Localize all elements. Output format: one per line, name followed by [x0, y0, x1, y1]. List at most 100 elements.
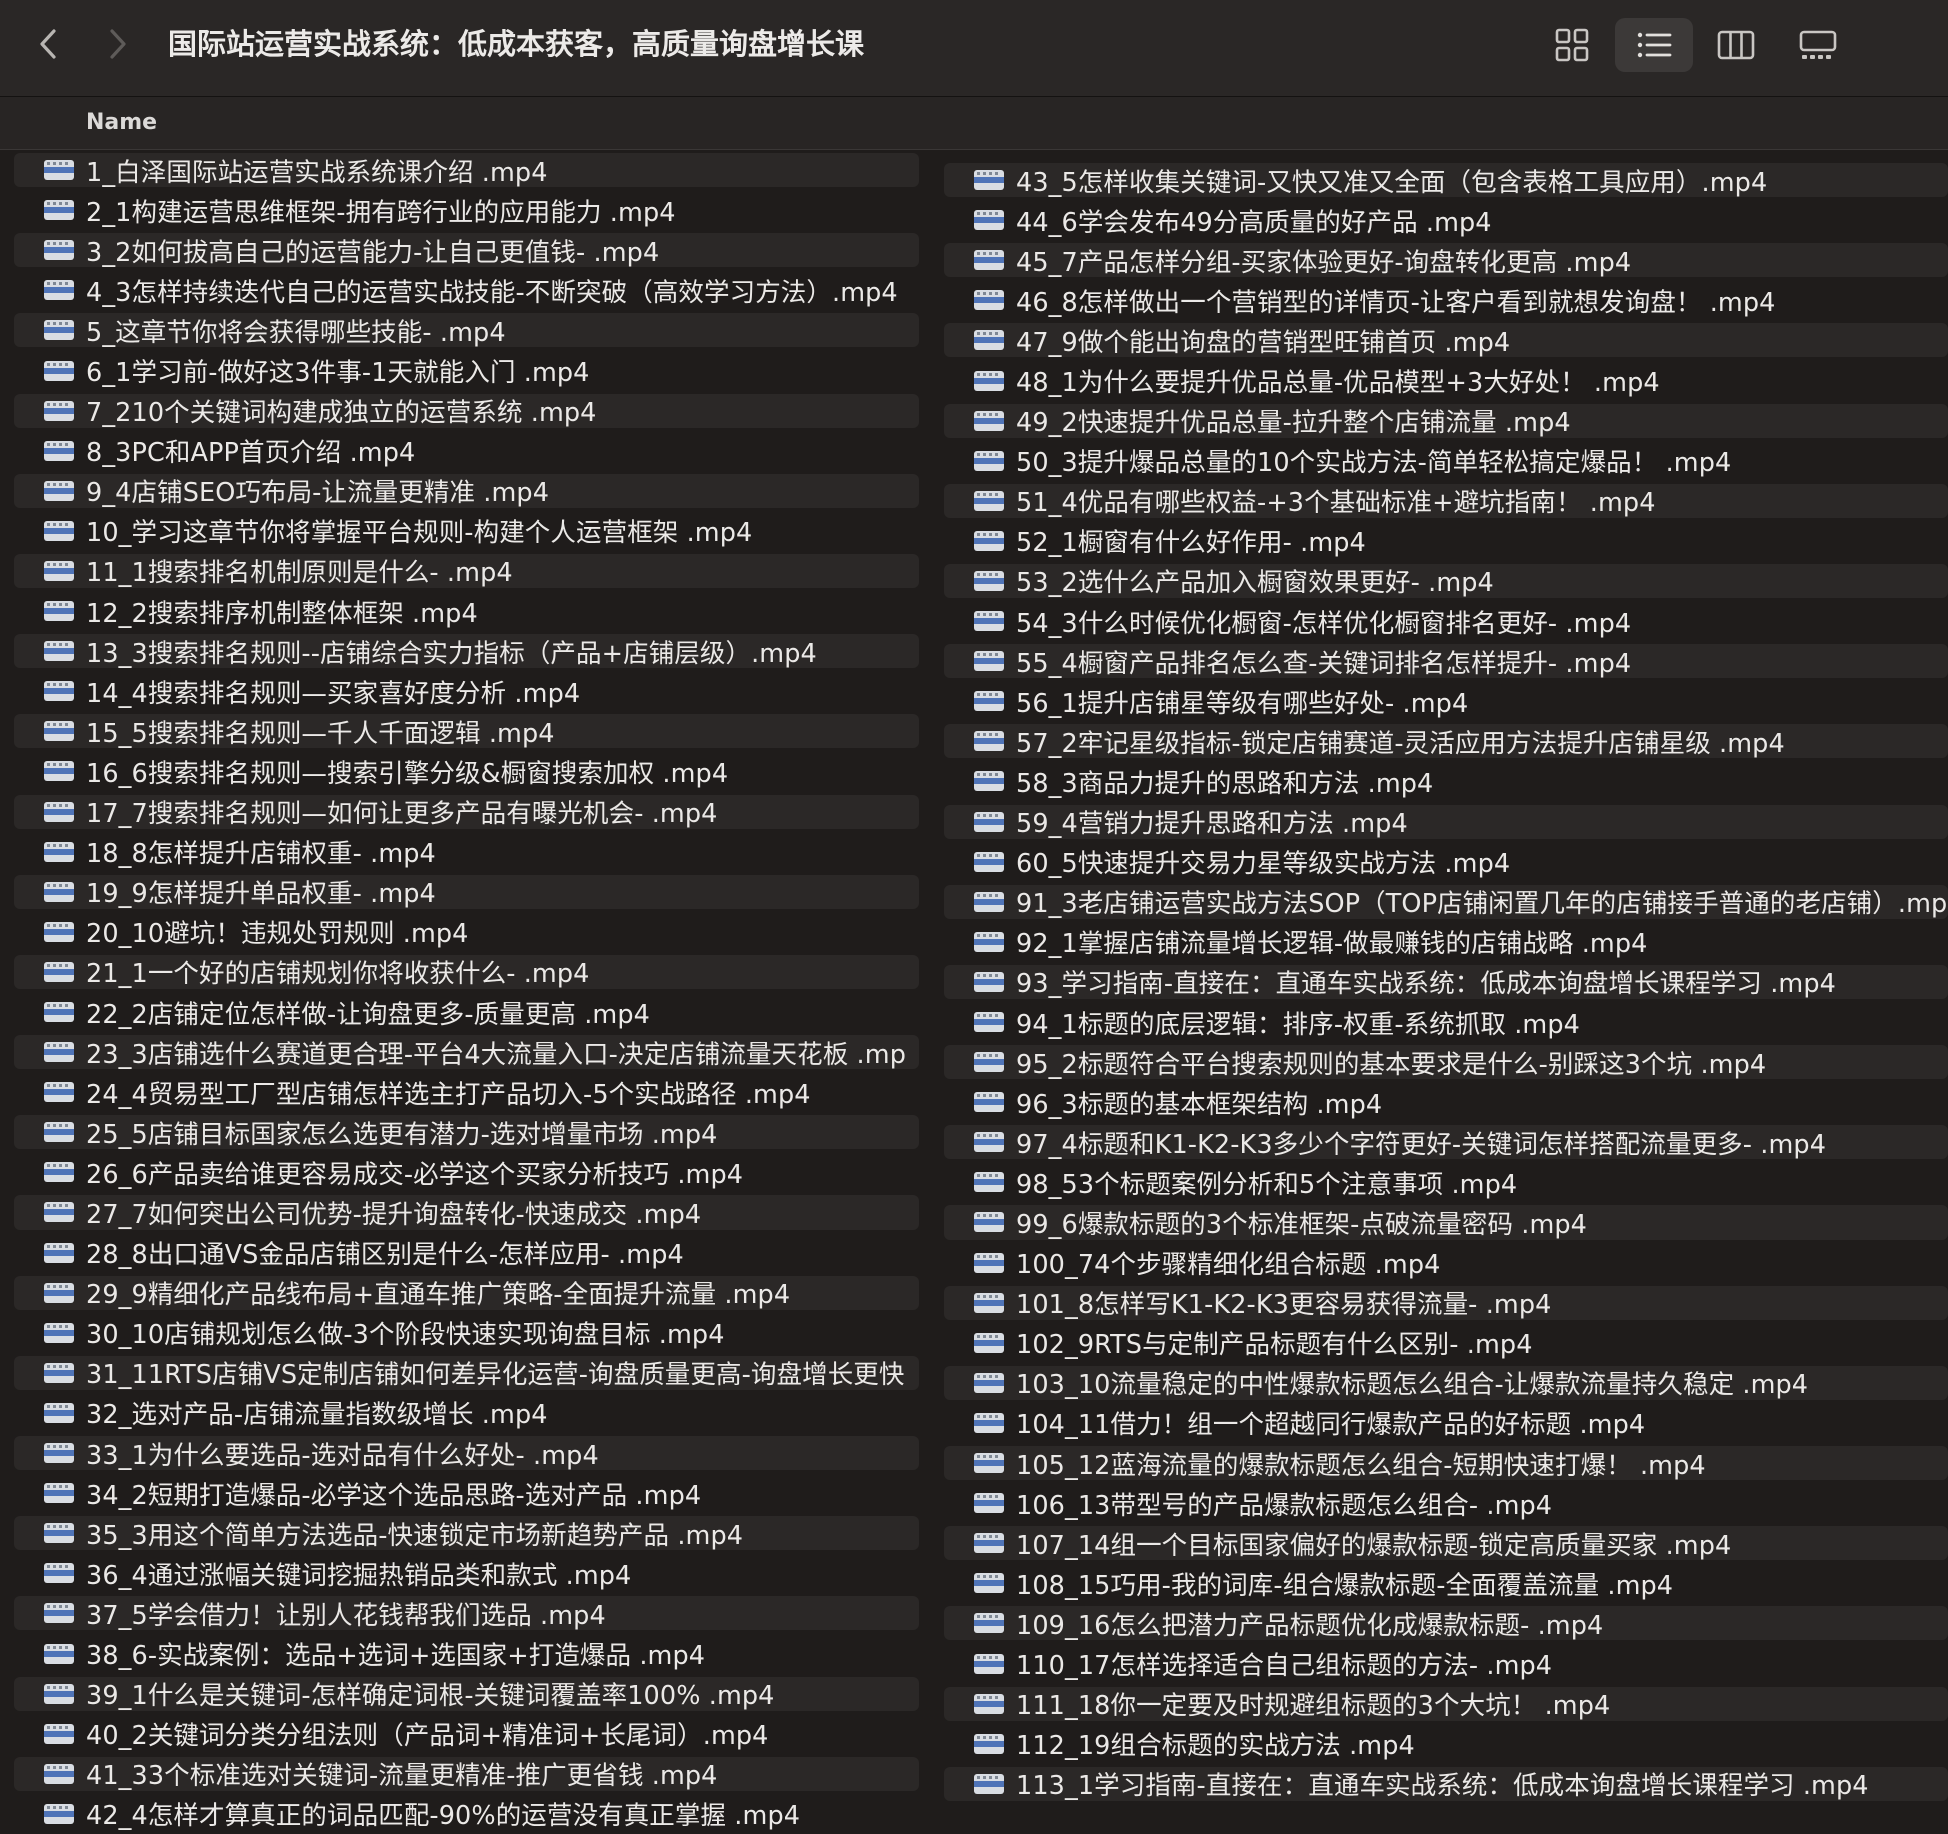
file-name: 53_2选什么产品加入橱窗效果更好- .mp4 [1016, 568, 1494, 599]
icon-view-button[interactable] [1533, 18, 1611, 72]
file-row[interactable]: 42_4怎样才算真正的词品匹配-90%的运营没有真正掌握 .mp4 [14, 1794, 919, 1834]
file-row[interactable]: 24_4贸易型工厂型店铺怎样选主打产品切入-5个实战路径 .mp4 [14, 1072, 919, 1112]
file-row[interactable]: 14_4搜索排名规则—买家喜好度分析 .mp4 [14, 671, 919, 711]
file-row[interactable]: 35_3用这个简单方法选品-快速锁定市场新趋势产品 .mp4 [14, 1513, 919, 1553]
file-row[interactable]: 29_9精细化产品线布局+直通车推广策略-全面提升流量 .mp4 [14, 1273, 919, 1313]
file-row[interactable]: 4_3怎样持续迭代自己的运营实战技能-不断突破（高效学习方法）.mp4 [14, 270, 919, 310]
file-row[interactable]: 96_3标题的基本框架结构 .mp4 [944, 1082, 1948, 1122]
file-row[interactable]: 94_1标题的底层逻辑：排序-权重-系统抓取 .mp4 [944, 1002, 1948, 1042]
file-row[interactable]: 57_2牢记星级指标-锁定店铺赛道-灵活应用方法提升店铺星级 .mp4 [944, 721, 1948, 761]
file-row[interactable]: 18_8怎样提升店铺权重- .mp4 [14, 832, 919, 872]
file-row[interactable]: 30_10店铺规划怎么做-3个阶段快速实现询盘目标 .mp4 [14, 1313, 919, 1353]
file-row[interactable]: 92_1掌握店铺流量增长逻辑-做最赚钱的店铺战略 .mp4 [944, 922, 1948, 962]
file-row[interactable]: 102_9RTS与定制产品标题有什么区别- .mp4 [944, 1323, 1948, 1363]
file-row[interactable]: 17_7搜索排名规则—如何让更多产品有曝光机会- .mp4 [14, 792, 919, 832]
file-row[interactable]: 38_6-实战案例：选品+选词+选国家+打造爆品 .mp4 [14, 1633, 919, 1673]
video-file-icon [44, 320, 74, 341]
file-row[interactable]: 27_7如何突出公司优势-提升询盘转化-快速成交 .mp4 [14, 1192, 919, 1232]
file-row[interactable]: 104_11借力！组一个超越同行爆款产品的好标题 .mp4 [944, 1403, 1948, 1443]
file-row[interactable]: 25_5店铺目标国家怎么选更有潜力-选对增量市场 .mp4 [14, 1112, 919, 1152]
file-row[interactable]: 13_3搜索排名规则--店铺综合实力指标（产品+店铺层级）.mp4 [14, 631, 919, 671]
file-row[interactable]: 15_5搜索排名规则—千人千面逻辑 .mp4 [14, 711, 919, 751]
file-row[interactable]: 11_1搜索排名机制原则是什么- .mp4 [14, 551, 919, 591]
file-row[interactable]: 34_2短期打造爆品-必学这个选品思路-选对产品 .mp4 [14, 1473, 919, 1513]
list-view-button[interactable] [1615, 18, 1693, 72]
file-row[interactable]: 99_6爆款标题的3个标准框架-点破流量密码 .mp4 [944, 1202, 1948, 1242]
file-row[interactable]: 16_6搜索排名规则—搜索引擎分级&橱窗搜索加权 .mp4 [14, 751, 919, 791]
file-row[interactable]: 106_13带型号的产品爆款标题怎么组合- .mp4 [944, 1483, 1948, 1523]
back-button[interactable] [26, 18, 70, 70]
file-row[interactable]: 54_3什么时候优化橱窗-怎样优化橱窗排名更好- .mp4 [944, 601, 1948, 641]
file-row[interactable]: 93_学习指南-直接在：直通车实战系统：低成本询盘增长课程学习 .mp4 [944, 962, 1948, 1002]
file-row[interactable]: 3_2如何拔高自己的运营能力-让自己更值钱- .mp4 [14, 230, 919, 270]
video-file-icon [44, 681, 74, 702]
file-row[interactable]: 112_19组合标题的实战方法 .mp4 [944, 1724, 1948, 1764]
file-row[interactable]: 111_18你一定要及时规避组标题的3个大坑！ .mp4 [944, 1684, 1948, 1724]
file-row[interactable]: 41_33个标准选对关键词-流量更精准-推广更省钱 .mp4 [14, 1754, 919, 1794]
file-row[interactable]: 108_15巧用-我的词库-组合爆款标题-全面覆盖流量 .mp4 [944, 1563, 1948, 1603]
file-row[interactable]: 19_9怎样提升单品权重- .mp4 [14, 872, 919, 912]
file-row[interactable]: 55_4橱窗产品排名怎么查-关键词排名怎样提升- .mp4 [944, 641, 1948, 681]
file-row[interactable]: 101_8怎样写K1-K2-K3更容易获得流量- .mp4 [944, 1283, 1948, 1323]
file-row[interactable]: 39_1什么是关键词-怎样确定词根-关键词覆盖率100% .mp4 [14, 1674, 919, 1714]
file-row[interactable]: 37_5学会借力！让别人花钱帮我们选品 .mp4 [14, 1593, 919, 1633]
file-row[interactable]: 113_1学习指南-直接在：直通车实战系统：低成本询盘增长课程学习 .mp4 [944, 1764, 1948, 1804]
file-row[interactable]: 40_2关键词分类分组法则（产品词+精准词+长尾词）.mp4 [14, 1714, 919, 1754]
forward-button[interactable] [96, 18, 140, 70]
file-row[interactable]: 9_4店铺SEO巧布局-让流量更精准 .mp4 [14, 471, 919, 511]
file-row[interactable]: 91_3老店铺运营实战方法SOP（TOP店铺闲置几年的店铺接手普通的老店铺）.m… [944, 882, 1948, 922]
gallery-view-button[interactable] [1779, 18, 1857, 72]
file-row[interactable]: 56_1提升店铺星等级有哪些好处- .mp4 [944, 681, 1948, 721]
file-row[interactable]: 5_这章节你将会获得哪些技能- .mp4 [14, 310, 919, 350]
video-file-icon [44, 1202, 74, 1223]
file-row[interactable]: 12_2搜索排序机制整体框架 .mp4 [14, 591, 919, 631]
file-row[interactable]: 49_2快速提升优品总量-拉升整个店铺流量 .mp4 [944, 401, 1948, 441]
file-name: 47_9做个能出询盘的营销型旺铺首页 .mp4 [1016, 327, 1511, 358]
file-row[interactable]: 51_4优品有哪些权益-+3个基础标准+避坑指南！ .mp4 [944, 481, 1948, 521]
file-row[interactable]: 1_白泽国际站运营实战系统课介绍 .mp4 [14, 150, 919, 190]
file-row[interactable]: 59_4营销力提升思路和方法 .mp4 [944, 802, 1948, 842]
file-row[interactable]: 8_3PC和APP首页介绍 .mp4 [14, 431, 919, 471]
file-row[interactable]: 48_1为什么要提升优品总量-优品模型+3大好处！ .mp4 [944, 360, 1948, 400]
file-name: 58_3商品力提升的思路和方法 .mp4 [1016, 768, 1434, 799]
file-row[interactable]: 105_12蓝海流量的爆款标题怎么组合-短期快速打爆！ .mp4 [944, 1443, 1948, 1483]
file-row[interactable]: 2_1构建运营思维框架-拥有跨行业的应用能力 .mp4 [14, 190, 919, 230]
file-row[interactable]: 43_5怎样收集关键词-又快又准又全面（包含表格工具应用）.mp4 [944, 160, 1948, 200]
file-row[interactable]: 95_2标题符合平台搜索规则的基本要求是什么-别踩这3个坑 .mp4 [944, 1042, 1948, 1082]
file-row[interactable]: 97_4标题和K1-K2-K3多少个字符更好-关键词怎样搭配流量更多- .mp4 [944, 1122, 1948, 1162]
file-row[interactable]: 109_16怎么把潜力产品标题优化成爆款标题- .mp4 [944, 1603, 1948, 1643]
video-file-icon [44, 360, 74, 381]
file-row[interactable]: 110_17怎样选择适合自己组标题的方法- .mp4 [944, 1643, 1948, 1683]
file-row[interactable]: 45_7产品怎样分组-买家体验更好-询盘转化更高 .mp4 [944, 240, 1948, 280]
file-row[interactable]: 7_210个关键词构建成独立的运营系统 .mp4 [14, 391, 919, 431]
file-row[interactable]: 6_1学习前-做好这3件事-1天就能入门 .mp4 [14, 350, 919, 390]
video-file-icon [44, 761, 74, 782]
file-row[interactable]: 60_5快速提升交易力星等级实战方法 .mp4 [944, 842, 1948, 882]
column-view-button[interactable] [1697, 18, 1775, 72]
file-row[interactable]: 58_3商品力提升的思路和方法 .mp4 [944, 761, 1948, 801]
file-row[interactable]: 23_3店铺选什么赛道更合理-平台4大流量入口-决定店铺流量天花板 .mp [14, 1032, 919, 1072]
file-row[interactable]: 47_9做个能出询盘的营销型旺铺首页 .mp4 [944, 320, 1948, 360]
file-row[interactable]: 53_2选什么产品加入橱窗效果更好- .mp4 [944, 561, 1948, 601]
file-row[interactable]: 36_4通过涨幅关键词挖掘热销品类和款式 .mp4 [14, 1553, 919, 1593]
file-row[interactable]: 50_3提升爆品总量的10个实战方法-简单轻松搞定爆品！ .mp4 [944, 441, 1948, 481]
file-row[interactable]: 31_11RTS店铺VS定制店铺如何差异化运营-询盘质量更高-询盘增长更快 [14, 1353, 919, 1393]
file-row[interactable]: 28_8出口通VS金品店铺区别是什么-怎样应用- .mp4 [14, 1233, 919, 1273]
file-row[interactable]: 98_53个标题案例分析和5个注意事项 .mp4 [944, 1162, 1948, 1202]
file-row[interactable]: 46_8怎样做出一个营销型的详情页-让客户看到就想发询盘！ .mp4 [944, 280, 1948, 320]
file-row[interactable]: 26_6产品卖给谁更容易成交-必学这个买家分析技巧 .mp4 [14, 1152, 919, 1192]
file-row[interactable]: 10_学习这章节你将掌握平台规则-构建个人运营框架 .mp4 [14, 511, 919, 551]
file-row[interactable]: 107_14组一个目标国家偏好的爆款标题-锁定高质量买家 .mp4 [944, 1523, 1948, 1563]
file-row[interactable]: 52_1橱窗有什么好作用- .mp4 [944, 521, 1948, 561]
file-row[interactable]: 103_10流量稳定的中性爆款标题怎么组合-让爆款流量持久稳定 .mp4 [944, 1363, 1948, 1403]
file-row[interactable]: 44_6学会发布49分高质量的好产品 .mp4 [944, 200, 1948, 240]
file-row[interactable]: 100_74个步骤精细化组合标题 .mp4 [944, 1243, 1948, 1283]
file-name: 42_4怎样才算真正的词品匹配-90%的运营没有真正掌握 .mp4 [86, 1801, 801, 1832]
file-row[interactable]: 22_2店铺定位怎样做-让询盘更多-质量更高 .mp4 [14, 992, 919, 1032]
file-row[interactable]: 32_选对产品-店铺流量指数级增长 .mp4 [14, 1393, 919, 1433]
file-row[interactable]: 20_10避坑！违规处罚规则 .mp4 [14, 912, 919, 952]
file-row[interactable]: 33_1为什么要选品-选对品有什么好处- .mp4 [14, 1433, 919, 1473]
name-column-header[interactable]: Name [86, 97, 157, 149]
file-row[interactable]: 21_1一个好的店铺规划你将收获什么- .mp4 [14, 952, 919, 992]
video-file-icon [974, 1052, 1004, 1073]
